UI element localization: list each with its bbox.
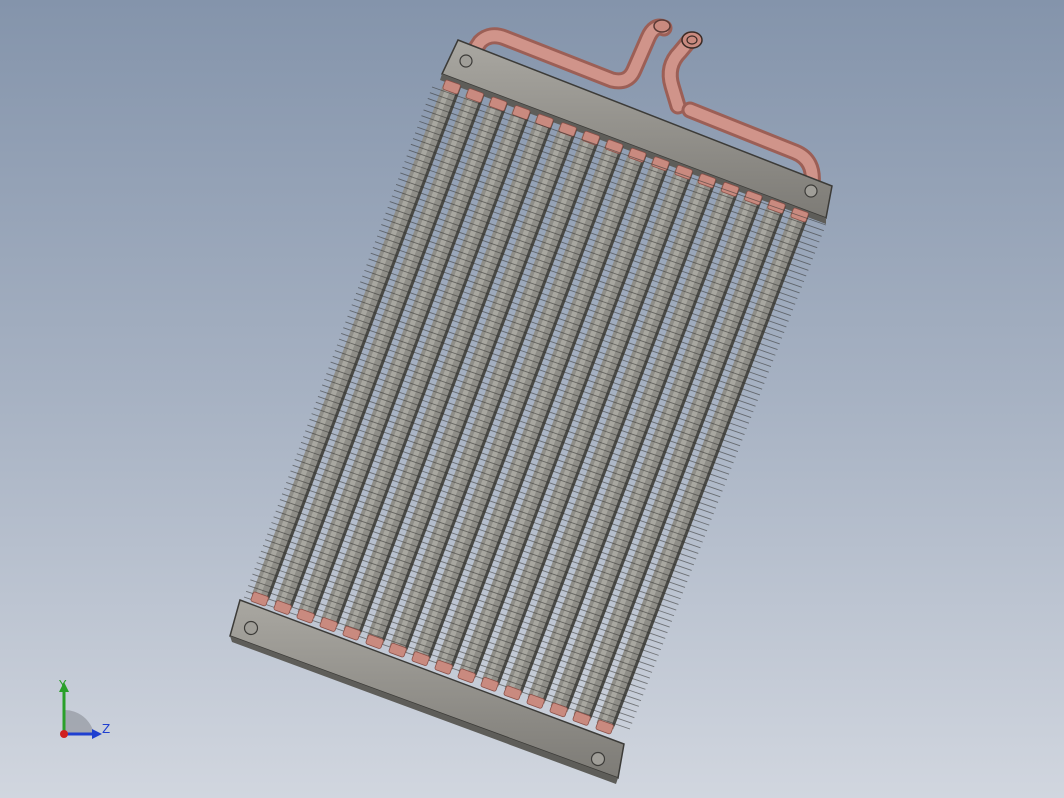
graphics-viewport[interactable]: Y Z bbox=[0, 0, 1064, 798]
pipe-outlet-stub[interactable] bbox=[681, 31, 703, 49]
z-axis-arrow bbox=[92, 729, 102, 739]
mounting-hole bbox=[459, 54, 473, 68]
x-axis-point bbox=[60, 730, 68, 738]
z-axis-label: Z bbox=[102, 722, 110, 736]
orientation-triad[interactable]: Y Z bbox=[40, 672, 130, 752]
mounting-hole bbox=[243, 620, 259, 636]
heat-exchanger-model[interactable] bbox=[0, 0, 1064, 798]
y-axis-label: Y bbox=[58, 678, 67, 692]
mounting-hole bbox=[804, 184, 818, 198]
triad-plane bbox=[64, 709, 94, 734]
mounting-hole bbox=[590, 751, 606, 767]
pipe-inlet-stub[interactable] bbox=[653, 19, 671, 33]
